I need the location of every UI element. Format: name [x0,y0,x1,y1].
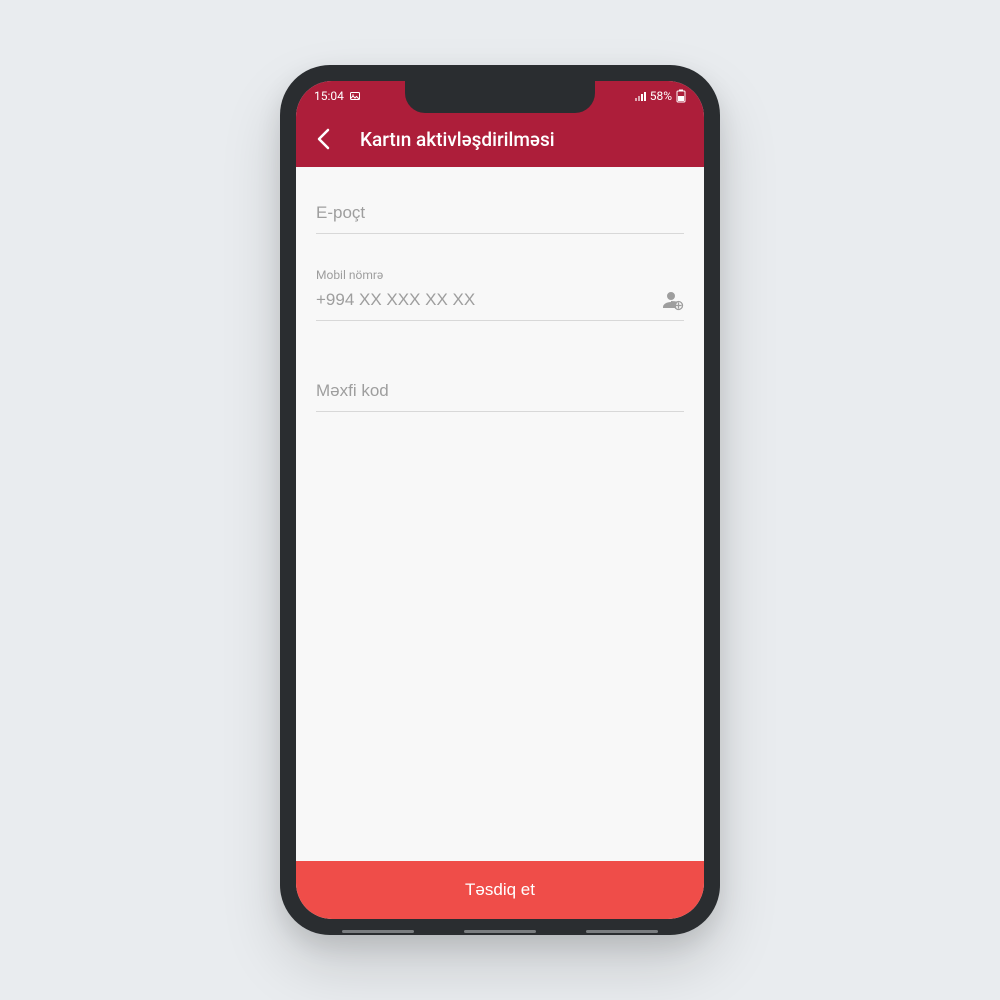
status-time: 15:04 [314,89,344,103]
phone-field-label: Mobil nömrə [316,268,684,282]
status-bar-right: 58% [635,89,686,103]
phone-field-container: Mobil nömrə [316,268,684,321]
device-nav-indicators [342,930,658,933]
email-input[interactable] [316,199,684,227]
app-bar: Kartın aktivləşdirilməsi [296,111,704,167]
chevron-left-icon [316,128,330,150]
secret-code-input[interactable] [316,377,684,405]
back-button[interactable] [310,126,336,152]
phone-device-frame: 15:04 58% [280,65,720,935]
phone-notch [405,81,595,113]
email-field-container [316,199,684,234]
confirm-button[interactable]: Təsdiq et [296,861,704,919]
nav-indicator [586,930,658,933]
picture-icon [349,90,361,102]
add-contact-icon[interactable] [660,288,684,312]
secret-code-field-container [316,377,684,412]
nav-indicator [464,930,536,933]
phone-input[interactable] [316,286,660,314]
status-bar-left: 15:04 [314,89,361,103]
nav-indicator [342,930,414,933]
status-battery-text: 58% [650,89,672,103]
confirm-button-label: Təsdiq et [465,880,535,900]
form-content: Mobil nömrə [296,167,704,861]
phone-screen: 15:04 58% [296,81,704,919]
page-title: Kartın aktivləşdirilməsi [360,128,690,151]
battery-icon [676,89,686,103]
signal-icon [635,91,646,101]
